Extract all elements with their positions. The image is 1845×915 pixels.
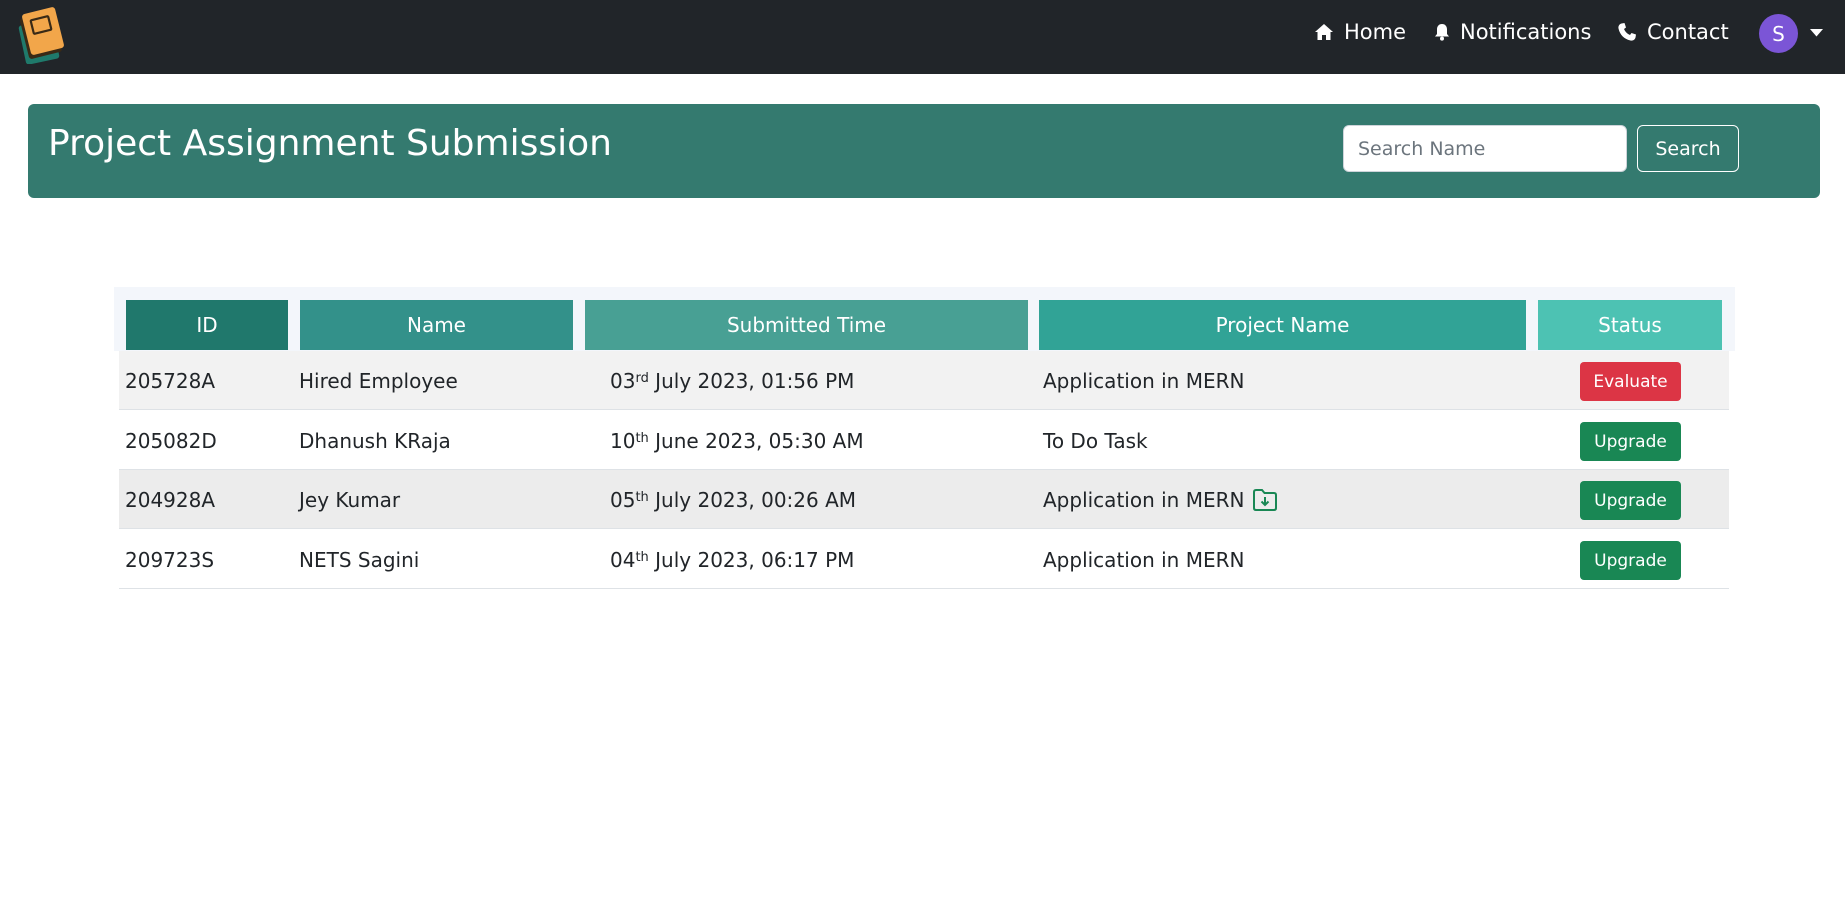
submissions-table: ID Name Submitted Time Project Name Stat… [114,287,1735,589]
column-header-name: Name [300,300,573,350]
time-day: 10 [610,428,636,453]
user-avatar[interactable]: S [1759,14,1798,53]
table-row: 205728A Hired Employee 03rd July 2023, 0… [119,351,1729,410]
search-name-input[interactable] [1343,125,1627,172]
nav-contact-link[interactable]: Contact [1617,18,1729,46]
nav-contact-label: Contact [1647,20,1729,44]
phone-icon [1618,23,1636,41]
row-id: 205082D [125,428,217,453]
upgrade-button[interactable]: Upgrade [1580,422,1681,461]
nav-home-label: Home [1344,20,1407,44]
nav-notifications-link[interactable]: Notifications [1434,18,1591,46]
column-header-id: ID [126,300,288,350]
time-rest: July 2023, 06:17 PM [648,547,855,572]
time-rest: July 2023, 00:26 AM [648,487,857,512]
project-name-text: Application in MERN [1043,547,1245,572]
book-logo-icon[interactable] [18,4,68,65]
time-day: 05 [610,487,636,512]
table-header: ID Name Submitted Time Project Name Stat… [114,287,1735,351]
folder-download-icon[interactable] [1252,488,1278,512]
nav-notifications-label: Notifications [1460,20,1592,44]
row-name: Dhanush KRaja [299,428,451,453]
time-rest: June 2023, 05:30 AM [648,428,864,453]
row-id: 204928A [125,487,216,512]
column-header-status: Status [1538,300,1722,350]
time-day: 04 [610,547,636,572]
caret-down-icon[interactable] [1810,29,1823,37]
home-icon [1315,24,1333,40]
row-submitted-time: 05th July 2023, 00:26 AM [610,487,857,512]
top-navbar: Home Notifications Contact S [0,0,1845,74]
table-row: 204928A Jey Kumar 05th July 2023, 00:26 … [119,470,1729,529]
time-day: 03 [610,368,636,393]
row-name: Jey Kumar [299,487,401,512]
table-row: 205082D Dhanush KRaja 10th June 2023, 05… [119,411,1729,470]
row-project-name: Application in MERN [1043,351,1244,410]
row-id: 205728A [125,368,216,393]
row-id: 209723S [125,547,215,572]
row-project-name: To Do Task [1043,411,1148,470]
page-header-banner: Project Assignment Submission Search [28,104,1820,198]
upgrade-button[interactable]: Upgrade [1580,541,1681,580]
table-row: 209723S NETS Sagini 04th July 2023, 06:1… [119,530,1729,589]
row-project-name: Application in MERN [1043,470,1278,529]
time-rest: July 2023, 01:56 PM [648,368,855,393]
bell-icon [1435,24,1449,41]
row-submitted-time: 10th June 2023, 05:30 AM [610,428,864,453]
row-project-name: Application in MERN [1043,530,1244,589]
project-name-text: To Do Task [1043,428,1148,453]
page-title: Project Assignment Submission [48,123,612,164]
project-name-text: Application in MERN [1043,368,1245,393]
nav-home-link[interactable]: Home [1314,18,1406,46]
column-header-project-name: Project Name [1039,300,1526,350]
row-name: NETS Sagini [299,547,420,572]
column-header-submitted-time: Submitted Time [585,300,1028,350]
row-submitted-time: 04th July 2023, 06:17 PM [610,547,855,572]
evaluate-button[interactable]: Evaluate [1580,362,1681,401]
row-name: Hired Employee [299,368,458,393]
search-button[interactable]: Search [1637,125,1739,172]
upgrade-button[interactable]: Upgrade [1580,481,1681,520]
row-submitted-time: 03rd July 2023, 01:56 PM [610,368,855,393]
project-name-text: Application in MERN [1043,487,1245,512]
